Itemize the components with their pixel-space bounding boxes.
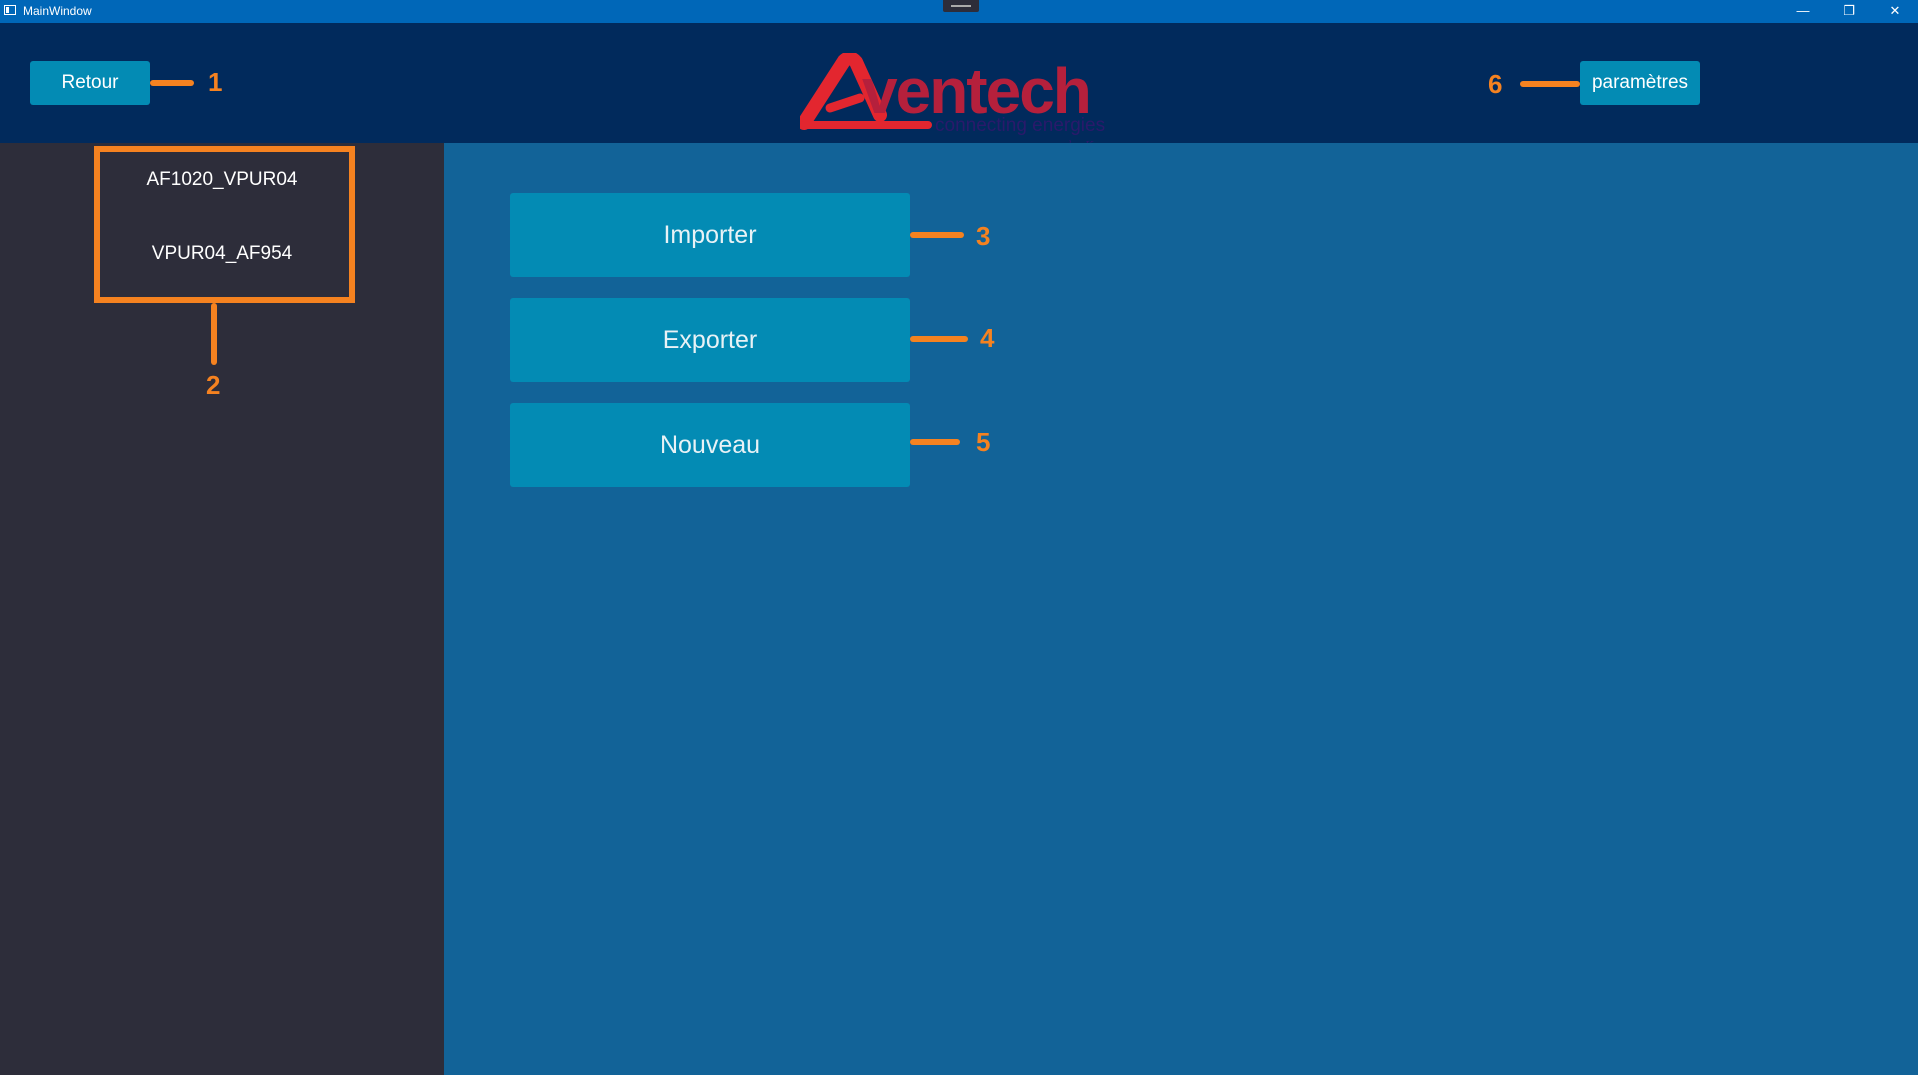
settings-button[interactable]: paramètres bbox=[1580, 61, 1700, 105]
annotation-line-4 bbox=[910, 336, 968, 342]
restore-icon[interactable]: ❐ bbox=[1826, 0, 1872, 23]
annotation-line-3 bbox=[910, 232, 964, 238]
window-title: MainWindow bbox=[23, 4, 92, 18]
annotation-number-6: 6 bbox=[1488, 69, 1503, 99]
file-list-sidebar: AF1020_VPUR04 VPUR04_AF954 2 bbox=[0, 143, 444, 1075]
annotation-number-5: 5 bbox=[976, 427, 991, 457]
app-header: Retour 1 ventech connecting energies by … bbox=[0, 23, 1918, 152]
annotation-number-2: 2 bbox=[206, 370, 221, 400]
svg-text:connecting energies: connecting energies bbox=[935, 115, 1105, 136]
annotation-number-3: 3 bbox=[976, 221, 991, 251]
annotation-line-6 bbox=[1520, 81, 1580, 87]
minimize-icon[interactable]: — bbox=[1780, 0, 1826, 23]
annotation-box-2 bbox=[94, 146, 355, 303]
annotation-line-1 bbox=[150, 80, 194, 86]
annotation-line-2 bbox=[211, 303, 217, 365]
app-window-icon bbox=[4, 5, 16, 15]
back-button[interactable]: Retour bbox=[30, 61, 150, 105]
annotation-number-1: 1 bbox=[208, 67, 223, 97]
annotation-line-5 bbox=[910, 439, 960, 445]
import-button[interactable]: Importer bbox=[510, 193, 910, 277]
window-titlebar[interactable]: MainWindow — ❐ ✕ bbox=[0, 0, 1918, 23]
new-button[interactable]: Nouveau bbox=[510, 403, 910, 487]
titlebar-grip-handle[interactable] bbox=[943, 0, 979, 12]
export-button[interactable]: Exporter bbox=[510, 298, 910, 382]
close-icon[interactable]: ✕ bbox=[1872, 0, 1918, 23]
main-panel: Importer 3 Exporter 4 Nouveau 5 bbox=[444, 143, 1918, 1075]
annotation-number-4: 4 bbox=[980, 323, 995, 353]
